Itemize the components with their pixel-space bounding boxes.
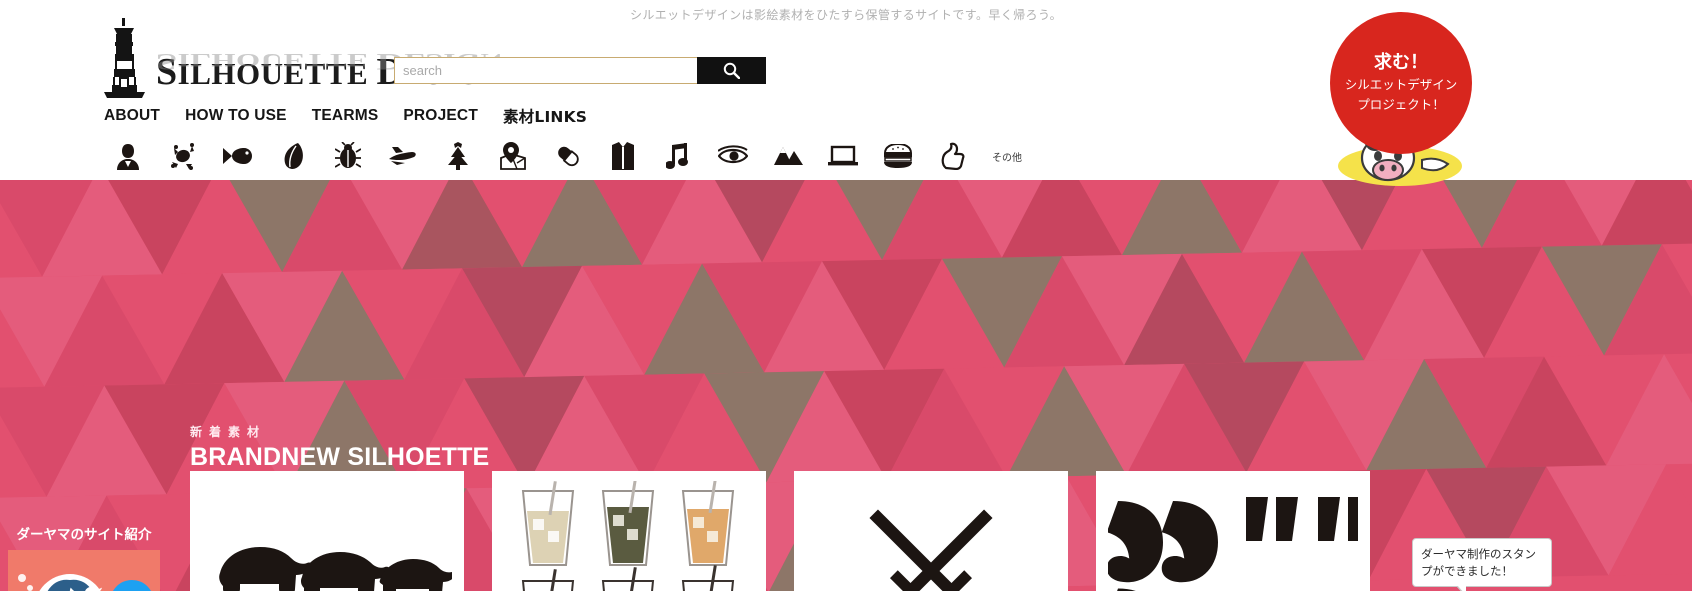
eye-icon[interactable]	[705, 138, 760, 174]
person-icon[interactable]	[100, 138, 155, 174]
search-button[interactable]	[697, 57, 766, 84]
search-icon	[723, 62, 740, 79]
hamburger-icon[interactable]	[870, 138, 925, 174]
music-note-icon-glyph	[665, 143, 688, 169]
left-widget-banner-dayama[interactable]	[8, 550, 160, 591]
search-input[interactable]	[394, 57, 697, 84]
category-icon-row: その他	[100, 138, 1022, 174]
card-thumbnail-swords[interactable]	[794, 471, 1068, 591]
capsule-icon-glyph	[557, 146, 579, 167]
card-thumbnail-juices[interactable]	[492, 471, 766, 591]
person-icon-glyph	[116, 144, 139, 170]
airplane-icon[interactable]	[375, 138, 430, 174]
mountain-icon-glyph	[773, 147, 803, 165]
badge-line-3: プロジェクト！	[1357, 97, 1445, 113]
leaf-icon[interactable]	[265, 138, 320, 174]
crossed-swords-silhouette-icon	[869, 509, 993, 591]
jacket-icon-glyph	[611, 142, 634, 170]
category-other-label[interactable]: その他	[992, 149, 1022, 164]
left-sidebar-widget: ダーヤマのサイト紹介	[8, 520, 160, 591]
thumbs-up-icon-glyph	[941, 142, 964, 170]
card-thumbnail-hippos[interactable]	[190, 471, 464, 591]
nav-item-project[interactable]: PROJECT	[403, 107, 478, 125]
map-pin-icon-glyph	[499, 142, 526, 170]
lighthouse-icon	[104, 18, 145, 98]
nav-item-tearms[interactable]: TEARMS	[312, 107, 379, 125]
card-item[interactable]: カバ	[190, 471, 464, 591]
mountain-icon[interactable]	[760, 138, 815, 174]
dayama-face-icon	[18, 574, 152, 591]
speech-bubble-text: ダーヤマ制作のスタンプができました！	[1421, 547, 1536, 578]
project-badge[interactable]: 求む！ シルエットデザイン プロジェクト！	[1330, 12, 1472, 154]
site-logo[interactable]: SILHOUETTE DESIGN SILHOUETTE DESIGN	[98, 18, 503, 98]
speech-bubble: ダーヤマ制作のスタンプができました！	[1412, 538, 1552, 591]
card-item[interactable]: ジュース	[492, 471, 766, 591]
laptop-icon[interactable]	[815, 138, 870, 174]
map-pin-icon[interactable]	[485, 138, 540, 174]
hero-subtitle: 新着素材	[190, 425, 267, 439]
christmas-tree-icon-glyph	[447, 142, 468, 170]
hero-heading: 新着素材 BRANDNEW SILHOETTE	[190, 423, 489, 472]
laptop-icon-glyph	[827, 145, 858, 166]
logo-refl-silhouette: ILHOUETTE	[177, 49, 369, 72]
christmas-tree-icon[interactable]	[430, 138, 485, 174]
hero-section: 新着素材 BRANDNEW SILHOETTE カバ	[0, 168, 1692, 591]
music-note-icon[interactable]	[650, 138, 705, 174]
badge-line-2: シルエットデザイン	[1344, 77, 1458, 93]
juices-silhouette-icon	[521, 481, 735, 591]
badge-line-1: 求む！	[1374, 51, 1428, 73]
hamburger-icon-glyph	[883, 144, 912, 168]
card-item[interactable]: 引用	[1096, 471, 1370, 591]
nav-item-material-links[interactable]: 素材LINKS	[503, 105, 587, 127]
hero-main-title: BRANDNEW SILHOETTE	[190, 443, 490, 471]
logo-refl-s: S	[156, 48, 178, 75]
thumbs-up-icon[interactable]	[925, 138, 980, 174]
hippos-silhouette-icon	[219, 547, 452, 591]
fish-icon[interactable]	[210, 138, 265, 174]
nav-item-about[interactable]: ABOUT	[104, 107, 160, 125]
leaf-icon-glyph	[284, 143, 303, 169]
airplane-icon-glyph	[388, 147, 416, 165]
fish-icon-glyph	[222, 148, 252, 164]
animal-icon-glyph	[170, 143, 194, 170]
bug-icon[interactable]	[320, 138, 375, 174]
eye-icon-glyph	[717, 145, 748, 164]
quotation-marks-silhouette-icon	[1108, 497, 1358, 591]
page-root: 新着素材 BRANDNEW SILHOETTE カバ	[0, 0, 1692, 591]
search-form[interactable]	[394, 57, 766, 84]
left-widget-title: ダーヤマのサイト紹介	[16, 527, 152, 543]
animal-icon[interactable]	[155, 138, 210, 174]
bug-icon-glyph	[334, 142, 361, 168]
nav-item-how-to-use[interactable]: HOW TO USE	[185, 107, 287, 125]
capsule-icon[interactable]	[540, 138, 595, 174]
main-navigation: ABOUT HOW TO USE TEARMS PROJECT 素材LINKS	[104, 105, 612, 127]
jacket-icon[interactable]	[595, 138, 650, 174]
card-item[interactable]: 戦い	[794, 471, 1068, 591]
card-thumbnail-quotes[interactable]	[1096, 471, 1370, 591]
brandnew-card-list: カバ	[190, 471, 1370, 591]
